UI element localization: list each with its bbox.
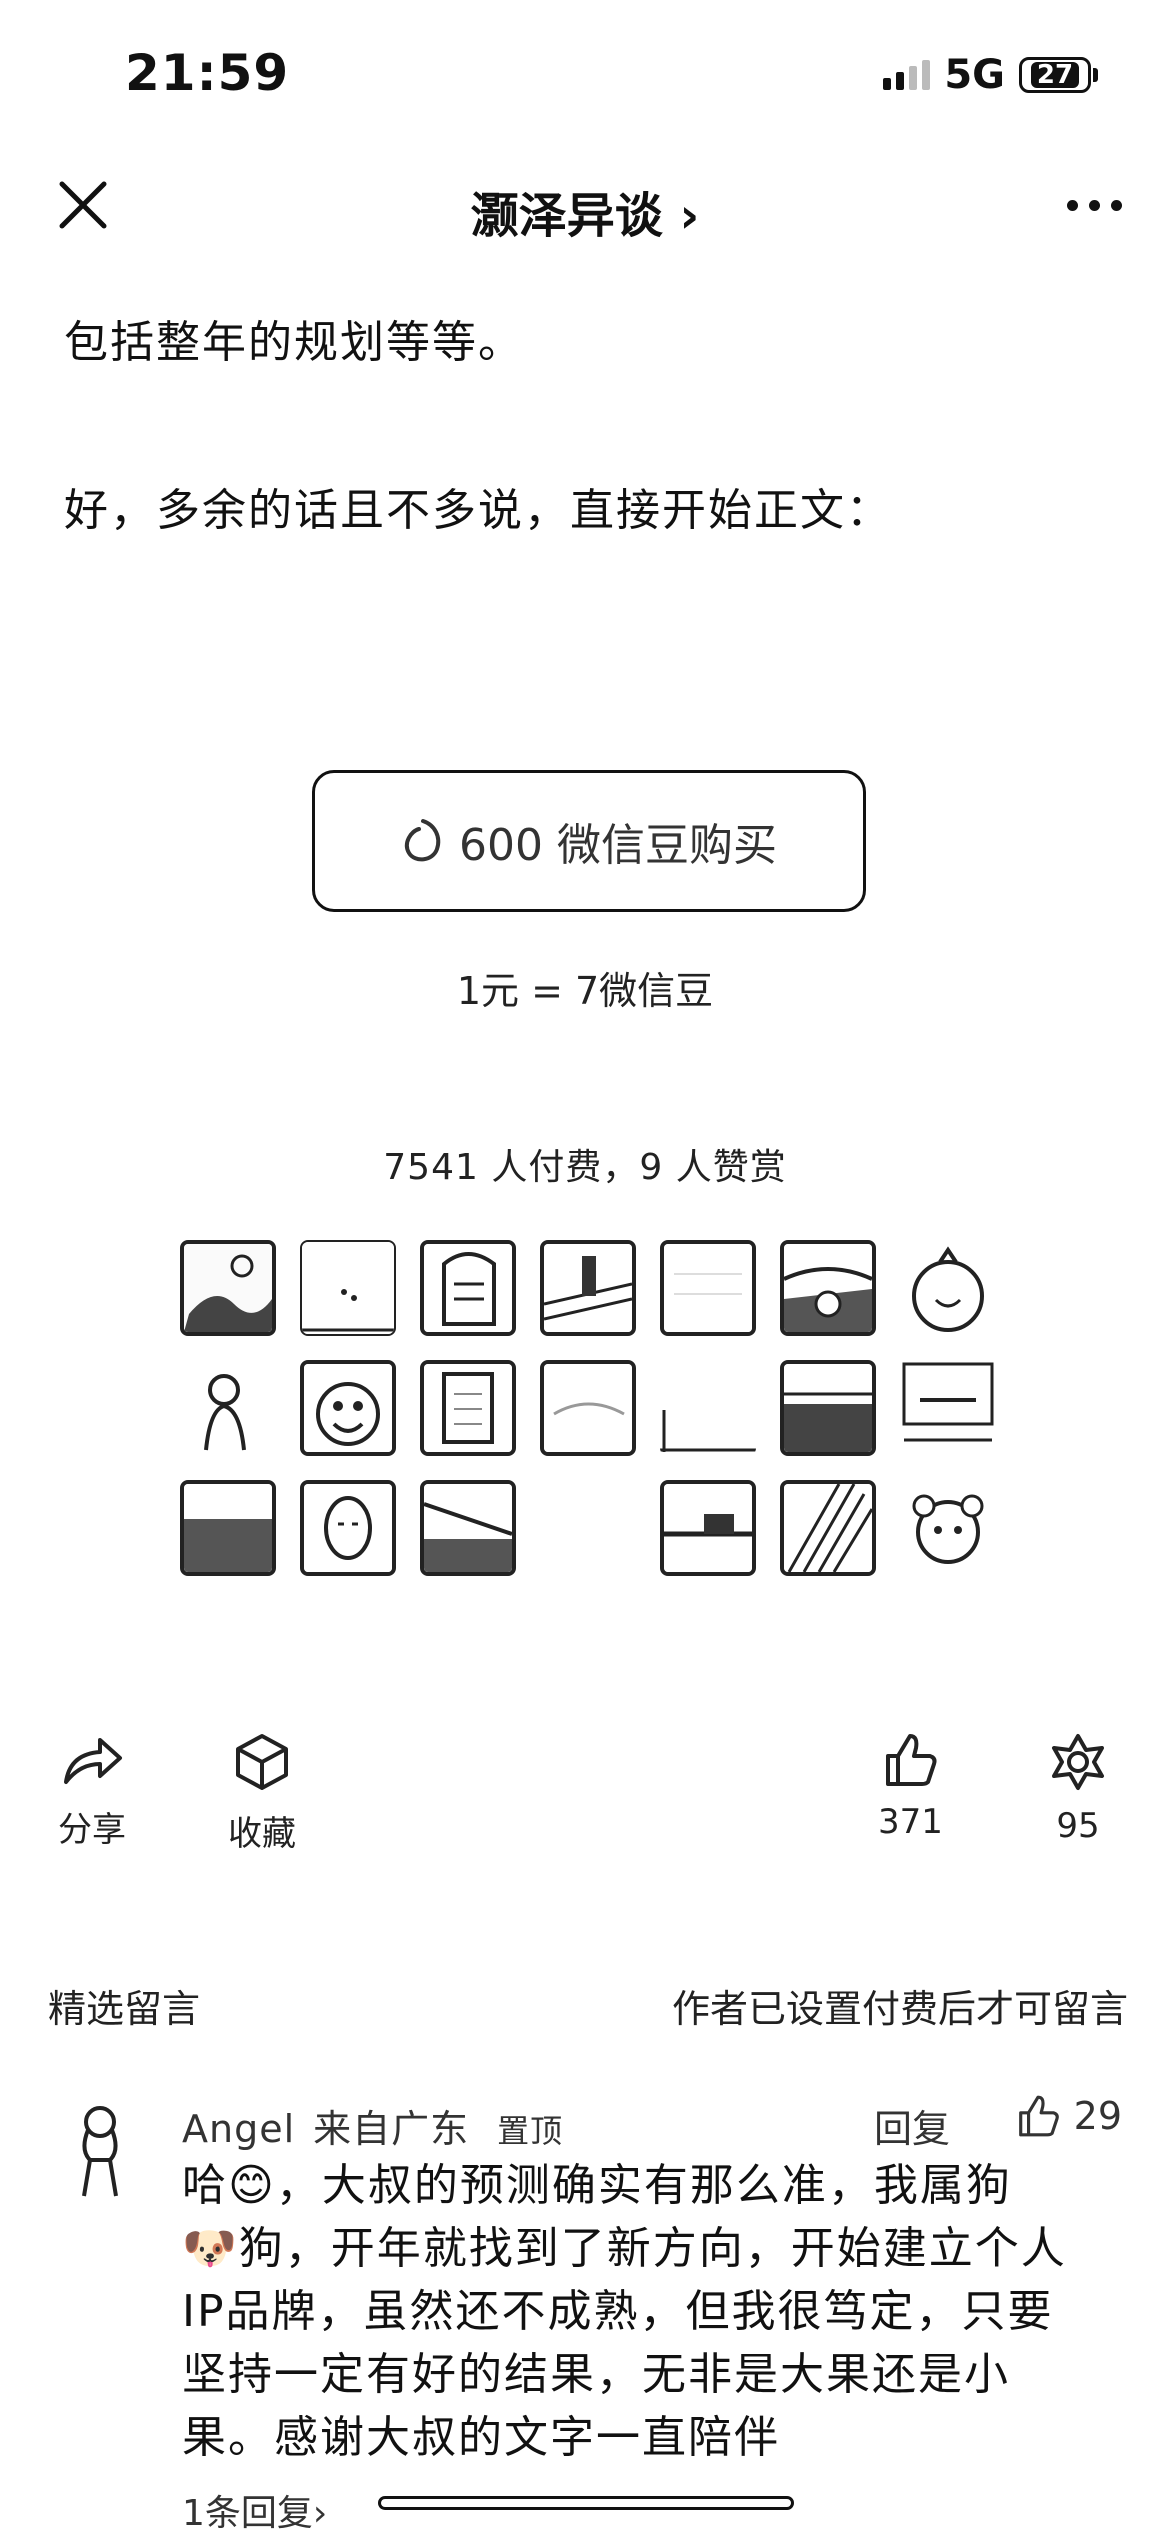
network-type: 5G bbox=[944, 52, 1005, 98]
avatar[interactable] bbox=[420, 1240, 516, 1336]
avatar[interactable] bbox=[180, 1480, 276, 1576]
cube-icon bbox=[236, 1734, 288, 1790]
comment-line: IP品牌，虽然还不成熟，但我很笃定，只要 bbox=[182, 2286, 1054, 2337]
payers-count: 7541 人付费，9 人赞赏 bbox=[383, 1147, 787, 1188]
comment-line: 果。感谢大叔的文字一直陪伴 bbox=[182, 2412, 780, 2463]
article-paragraph: 好，多余的话且不多说，直接开始正文： bbox=[64, 485, 892, 536]
reply-button[interactable]: 回复 bbox=[874, 2098, 950, 2153]
status-time: 21:59 bbox=[125, 44, 290, 102]
comment-like-button[interactable]: 29 bbox=[1016, 2094, 1122, 2138]
wow-button[interactable]: 95 bbox=[1048, 1732, 1108, 1846]
comment-text: 哈😊，大叔的预测确实有那么准，我属狗 🐶狗，开年就找到了新方向，开始建立个人 I… bbox=[182, 2154, 1112, 2469]
avatar[interactable] bbox=[540, 1480, 636, 1576]
star-icon bbox=[1052, 1734, 1104, 1790]
avatar[interactable] bbox=[900, 1240, 996, 1336]
avatar[interactable] bbox=[780, 1240, 876, 1336]
avatar[interactable] bbox=[780, 1480, 876, 1576]
battery-level: 27 bbox=[1030, 62, 1080, 88]
article-paragraph: 包括整年的规划等等。 bbox=[64, 317, 524, 368]
payer-avatars bbox=[180, 1240, 1000, 1576]
more-options-icon[interactable] bbox=[1067, 200, 1122, 211]
featured-comments-title: 精选留言 bbox=[48, 1987, 201, 2031]
avatar[interactable] bbox=[300, 1360, 396, 1456]
comment-line: 坚持一定有好的结果，无非是大果还是小 bbox=[182, 2349, 1010, 2400]
exchange-rate: 1元 = 7微信豆 bbox=[456, 969, 714, 1013]
avatar[interactable] bbox=[180, 1240, 276, 1336]
comment-restriction-notice: 作者已设置付费后才可留言 bbox=[671, 1987, 1128, 2031]
share-label: 分享 bbox=[58, 1810, 126, 1850]
avatar[interactable] bbox=[300, 1480, 396, 1576]
thumbs-up-icon bbox=[886, 1734, 937, 1786]
signal-icon bbox=[883, 60, 931, 90]
comment-like-count: 29 bbox=[1073, 2094, 1122, 2138]
status-indicators: 5G 27 bbox=[883, 52, 1098, 98]
pinned-badge: 置顶 bbox=[497, 2112, 564, 2150]
battery-icon: 27 bbox=[1019, 57, 1098, 93]
avatar[interactable] bbox=[540, 1240, 636, 1336]
avatar[interactable] bbox=[900, 1360, 996, 1456]
share-button[interactable]: 分享 bbox=[58, 1732, 126, 1851]
comment-header: Angel 来自广东 置顶 bbox=[182, 2098, 563, 2153]
favorite-label: 收藏 bbox=[228, 1814, 296, 1854]
account-title-link[interactable]: 灏泽异谈 › bbox=[0, 176, 1170, 246]
comment-line: 🐶狗，开年就找到了新方向，开始建立个人 bbox=[182, 2223, 1067, 2274]
share-icon bbox=[64, 1738, 122, 1784]
comment-location: 来自广东 bbox=[313, 2107, 470, 2151]
avatar[interactable] bbox=[540, 1360, 636, 1456]
scroll-indicator[interactable] bbox=[378, 2496, 794, 2510]
like-count: 371 bbox=[878, 1802, 943, 1842]
avatar[interactable] bbox=[660, 1360, 756, 1456]
buy-button-label: 600 微信豆购买 bbox=[459, 820, 777, 871]
buy-with-beans-button[interactable]: 600 微信豆购买 bbox=[312, 770, 866, 912]
comment-author[interactable]: Angel bbox=[182, 2107, 295, 2151]
avatar[interactable] bbox=[420, 1360, 516, 1456]
like-button[interactable]: 371 bbox=[878, 1732, 943, 1842]
avatar[interactable] bbox=[300, 1240, 396, 1336]
avatar[interactable] bbox=[780, 1360, 876, 1456]
avatar[interactable] bbox=[180, 1360, 276, 1456]
avatar[interactable] bbox=[660, 1240, 756, 1336]
view-replies-link[interactable]: 1条回复› bbox=[182, 2484, 327, 2536]
favorite-button[interactable]: 收藏 bbox=[228, 1732, 296, 1855]
thumbs-up-icon bbox=[1018, 2095, 1059, 2137]
wow-count: 95 bbox=[1056, 1806, 1100, 1846]
avatar[interactable] bbox=[660, 1480, 756, 1576]
bean-icon bbox=[404, 819, 441, 862]
avatar[interactable] bbox=[420, 1480, 516, 1576]
comment-line: 哈😊，大叔的预测确实有那么准，我属狗 bbox=[182, 2160, 1012, 2211]
avatar[interactable] bbox=[900, 1480, 996, 1576]
avatar[interactable] bbox=[70, 2100, 130, 2200]
